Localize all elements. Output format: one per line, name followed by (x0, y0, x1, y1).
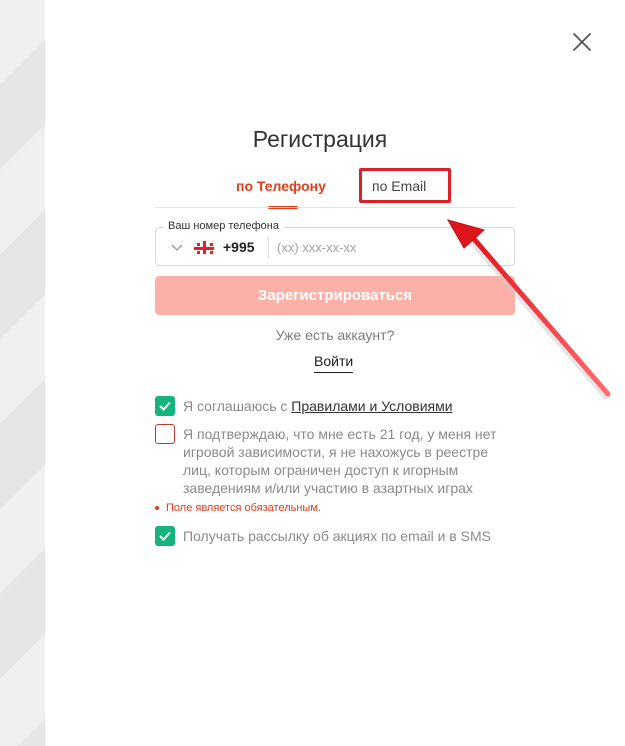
close-icon[interactable] (571, 31, 593, 53)
page-title: Регистрация (252, 126, 388, 152)
phone-field: +995 (155, 227, 515, 266)
age-confirm-checkbox[interactable] (155, 424, 175, 444)
have-account-text: Уже есть аккаунт? (275, 327, 395, 343)
register-button[interactable]: Зарегистрироваться (155, 276, 515, 315)
tabs-divider (155, 207, 515, 208)
terms-label: Я соглашаюсь с Правилами и Условиями (183, 397, 453, 415)
phone-input[interactable] (277, 234, 505, 260)
newsletter-checkbox[interactable] (155, 526, 175, 546)
tab-email[interactable]: по Email (372, 178, 426, 194)
terms-checkbox[interactable] (155, 396, 175, 416)
registration-tabs: по Телефону по Email (155, 170, 515, 209)
chevron-down-icon[interactable] (171, 241, 183, 253)
terms-link[interactable]: Правилами и Условиями (291, 398, 452, 414)
newsletter-label: Получать рассылку об акциях по email и в… (183, 528, 491, 544)
age-confirm-label: Я подтверждаю, что мне есть 21 год, у ме… (183, 426, 497, 496)
terms-prefix-text: Я соглашаюсь с (183, 398, 292, 414)
login-link[interactable]: Войти (314, 353, 354, 373)
georgia-flag-icon[interactable] (193, 240, 215, 255)
field-separator (268, 237, 269, 258)
checkmark-icon (159, 531, 171, 541)
phone-field-label: Ваш номер телефона (164, 220, 283, 232)
registration-modal (45, 0, 625, 746)
error-dot-icon (155, 506, 159, 511)
tab-phone[interactable]: по Телефону (236, 178, 326, 194)
error-text: Поле является обязательным. (166, 502, 321, 514)
required-field-error: Поле является обязательным. (155, 502, 321, 514)
country-code[interactable]: +995 (223, 239, 255, 255)
checkmark-icon (159, 401, 171, 411)
background-stripes (0, 0, 45, 746)
